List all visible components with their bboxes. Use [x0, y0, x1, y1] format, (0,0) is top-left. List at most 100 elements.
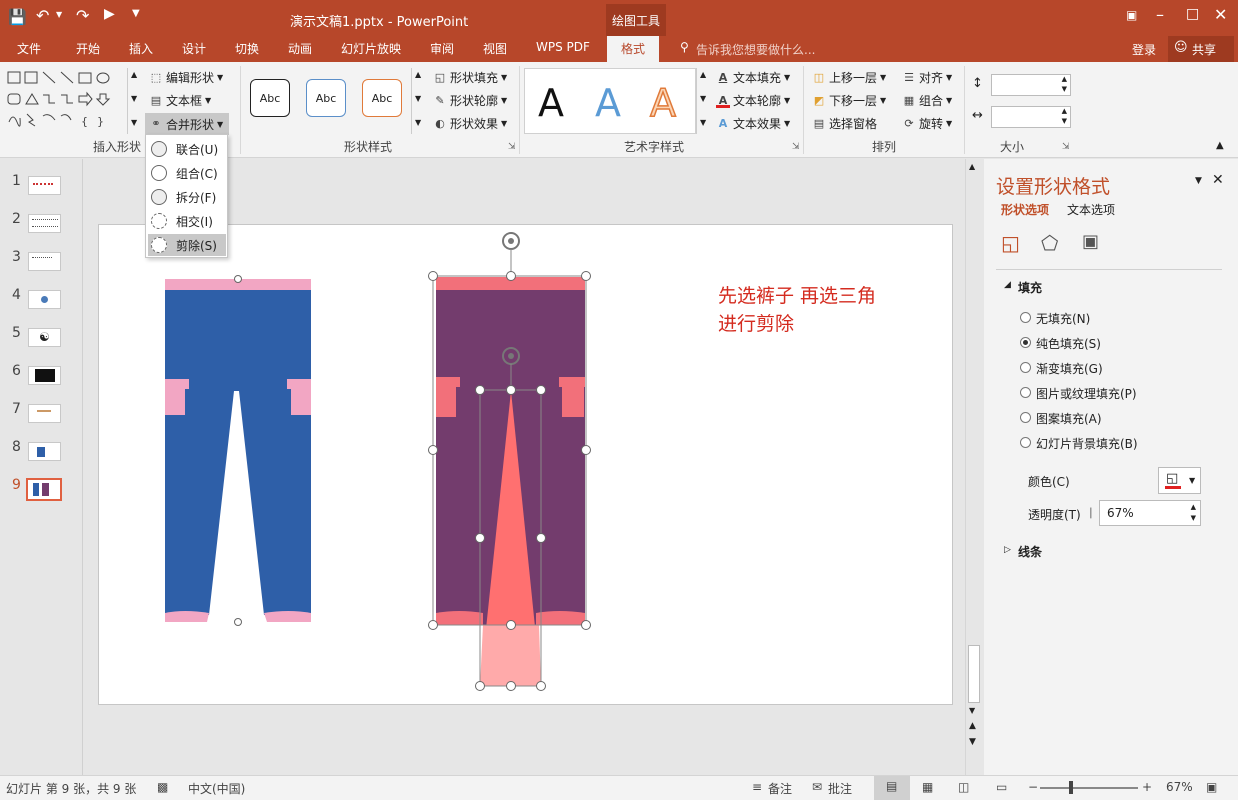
spin-up-icon[interactable]: ▲	[1062, 75, 1067, 83]
zoom-slider[interactable]	[1040, 787, 1138, 789]
pane-options-icon[interactable]: ▼	[1195, 176, 1202, 186]
tab-animations[interactable]: 动画	[288, 40, 312, 57]
tab-home[interactable]: 开始	[76, 40, 100, 57]
next-slide-icon[interactable]: ▼	[969, 737, 976, 747]
slide-thumbnail[interactable]	[28, 442, 61, 461]
language-indicator[interactable]: 中文(中国)	[188, 780, 245, 797]
zoom-slider-thumb[interactable]	[1069, 781, 1073, 794]
slide-thumbnail[interactable]	[28, 252, 61, 271]
undo-dropdown-icon[interactable]: ▼	[56, 10, 62, 19]
share-button[interactable]: ☺ 共享	[1168, 36, 1234, 62]
minimize-icon[interactable]: –	[1156, 5, 1164, 24]
zoom-level[interactable]: 67%	[1166, 780, 1193, 794]
slide-thumbnail[interactable]	[28, 404, 61, 423]
slide-thumbnail[interactable]	[28, 176, 61, 195]
shape-width-input[interactable]: ▲ ▼	[991, 106, 1071, 128]
slide-thumbnail-selected[interactable]	[26, 478, 62, 501]
rotate-button[interactable]: ⟳ 旋转 ▼	[902, 115, 952, 132]
slideshow-from-start-icon[interactable]: ▶	[104, 6, 115, 22]
shape-style-1[interactable]: Abc	[250, 79, 290, 117]
tab-transitions[interactable]: 切换	[235, 40, 259, 57]
radio-pattern-fill[interactable]	[1020, 412, 1031, 423]
group-button[interactable]: ▦ 组合 ▼	[902, 92, 952, 109]
radio-background-fill[interactable]	[1020, 437, 1031, 448]
menu-item-fragment[interactable]: 拆分(F)	[148, 186, 226, 208]
scroll-down-icon[interactable]: ▼	[700, 94, 706, 103]
login-link[interactable]: 登录	[1132, 41, 1156, 58]
scroll-down-icon[interactable]: ▼	[415, 94, 421, 103]
align-button[interactable]: ☰ 对齐 ▼	[902, 69, 952, 86]
reading-view-icon[interactable]: ◫	[958, 780, 969, 794]
edit-shape-button[interactable]: ⬚ 编辑形状 ▼	[149, 69, 223, 86]
size-properties-icon[interactable]: ▣	[1082, 231, 1099, 252]
line-section-header[interactable]: 线条	[1018, 543, 1042, 560]
slide-thumbnail[interactable]: ☯	[28, 328, 61, 347]
wordart-gallery-scroll[interactable]: ▲ ▼ ▼	[696, 68, 710, 134]
normal-view-button[interactable]: ▤	[874, 776, 910, 800]
text-fill-button[interactable]: A 文本填充 ▼	[716, 69, 790, 86]
spin-down-icon[interactable]: ▼	[1062, 117, 1067, 125]
scroll-up-icon[interactable]: ▲	[969, 162, 975, 171]
slide-sorter-icon[interactable]: ▦	[922, 780, 933, 794]
wordart-style-1[interactable]: A	[538, 82, 564, 124]
gallery-more-icon[interactable]: ▼	[700, 118, 706, 127]
scroll-up-icon[interactable]: ▲	[131, 70, 137, 79]
redo-icon[interactable]: ↷	[76, 6, 89, 25]
radio-no-fill[interactable]	[1020, 312, 1031, 323]
slide-thumbnail[interactable]	[28, 366, 61, 385]
tab-insert[interactable]: 插入	[129, 40, 153, 57]
tab-review[interactable]: 审阅	[430, 40, 454, 57]
expanded-icon[interactable]: ◢	[1004, 280, 1011, 290]
fill-color-picker[interactable]: ◱ ▼	[1158, 467, 1201, 494]
send-backward-button[interactable]: ◩ 下移一层 ▼	[812, 92, 886, 109]
textbox-button[interactable]: ▤ 文本框 ▼	[149, 92, 211, 109]
shapes-gallery[interactable]: {}	[5, 68, 141, 134]
tab-format[interactable]: 格式	[607, 36, 660, 62]
gallery-more-icon[interactable]: ▼	[131, 118, 137, 127]
scroll-down-icon[interactable]: ▼	[969, 706, 975, 715]
slide-annotation-text[interactable]: 先选裤子 再选三角 进行剪除	[718, 282, 918, 338]
shape-height-input[interactable]: ▲ ▼	[991, 74, 1071, 96]
fill-line-icon[interactable]: ◱	[1001, 231, 1020, 255]
tab-wps-pdf[interactable]: WPS PDF	[536, 40, 590, 54]
slide-thumbnail[interactable]	[28, 290, 61, 309]
radio-solid-fill[interactable]	[1020, 337, 1031, 348]
previous-slide-icon[interactable]: ▲	[969, 721, 976, 731]
spin-down-icon[interactable]: ▼	[1191, 514, 1196, 522]
gallery-more-icon[interactable]: ▼	[415, 118, 421, 127]
radio-gradient-fill[interactable]	[1020, 362, 1031, 373]
scroll-thumb[interactable]	[968, 645, 980, 703]
dialog-launcher-icon[interactable]: ⇲	[792, 142, 800, 152]
spin-up-icon[interactable]: ▲	[1191, 503, 1196, 511]
selection-pane-button[interactable]: ▤ 选择窗格	[812, 115, 877, 132]
menu-item-union[interactable]: 联合(U)	[148, 138, 226, 160]
shape-style-2[interactable]: Abc	[306, 79, 346, 117]
close-icon[interactable]: ✕	[1214, 5, 1227, 24]
wordart-style-3[interactable]: A	[649, 81, 677, 125]
collapsed-icon[interactable]: ▷	[1004, 545, 1011, 555]
tab-file[interactable]: 文件	[17, 40, 41, 57]
shape-outline-button[interactable]: ✎ 形状轮廓 ▼	[433, 92, 507, 109]
slider-mini-icon[interactable]: ∣	[1088, 506, 1094, 519]
notes-button[interactable]: 备注	[768, 780, 792, 797]
dialog-launcher-icon[interactable]: ⇲	[508, 142, 516, 152]
shape-styles-scroll[interactable]: ▲ ▼ ▼	[411, 68, 425, 134]
anchor-handle[interactable]	[234, 275, 242, 283]
scroll-up-icon[interactable]: ▲	[415, 70, 421, 79]
menu-item-subtract[interactable]: 剪除(S)	[148, 234, 226, 256]
effects-pentagon-icon[interactable]: ⬠	[1041, 231, 1058, 255]
tab-shape-options[interactable]: 形状选项	[1001, 201, 1049, 218]
shape-effect-button[interactable]: ◐ 形状效果 ▼	[433, 115, 507, 132]
wordart-style-2[interactable]: A	[595, 82, 621, 124]
shapes-gallery-scroll[interactable]: ▲ ▼ ▼	[127, 68, 141, 134]
scroll-up-icon[interactable]: ▲	[700, 70, 706, 79]
ribbon-display-icon[interactable]: ▣	[1126, 8, 1137, 22]
save-icon[interactable]: 💾	[8, 8, 27, 26]
tab-view[interactable]: 视图	[483, 40, 507, 57]
fill-section-header[interactable]: 填充	[1018, 279, 1042, 296]
spin-down-icon[interactable]: ▼	[1062, 85, 1067, 93]
text-effect-button[interactable]: A 文本效果 ▼	[716, 115, 790, 132]
undo-icon[interactable]: ↶	[36, 6, 49, 25]
slide-canvas[interactable]: 先选裤子 再选三角 进行剪除	[98, 224, 953, 705]
tab-text-options[interactable]: 文本选项	[1067, 201, 1115, 218]
